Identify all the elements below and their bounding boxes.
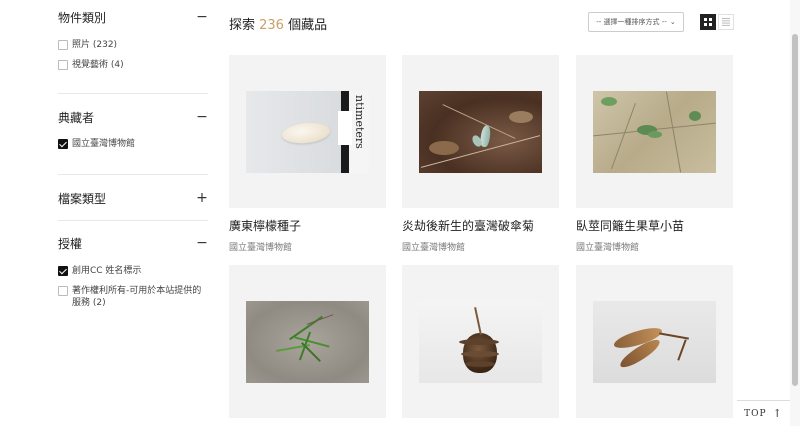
collection-card[interactable] bbox=[229, 265, 386, 418]
collapse-icon[interactable]: − bbox=[196, 235, 208, 251]
filter-section-license: 授權 − 創用CC 姓名標示 著作權利所有-可用於本站提供的服務 (2) bbox=[58, 234, 208, 309]
list-view-button[interactable] bbox=[718, 14, 734, 30]
results-title-prefix: 探索 bbox=[229, 18, 260, 33]
collapse-icon[interactable]: − bbox=[196, 9, 208, 25]
card-owner: 國立臺灣博物館 bbox=[229, 243, 293, 253]
filter-section-header[interactable]: 檔案類型 + bbox=[58, 189, 208, 207]
filter-option-all-rights[interactable]: 著作權利所有-可用於本站提供的服務 (2) bbox=[58, 285, 208, 309]
filter-option-label: 視覺藝術 (4) bbox=[72, 60, 124, 70]
card-title[interactable]: 炎劫後新生的臺灣破傘菊 bbox=[402, 217, 559, 234]
filter-option-label: 照片 (232) bbox=[72, 40, 118, 50]
winged-seed-image bbox=[593, 300, 716, 383]
checkbox[interactable] bbox=[58, 286, 68, 296]
filter-section-title: 物件類別 bbox=[58, 10, 107, 25]
filter-option-label: 著作權利所有-可用於本站提供的服務 (2) bbox=[72, 286, 202, 308]
back-to-top-label: TOP bbox=[744, 408, 767, 419]
filter-option-museum[interactable]: 國立臺灣博物館 bbox=[58, 138, 208, 150]
card-image-frame[interactable] bbox=[576, 55, 733, 208]
arrow-up-icon: ↑ bbox=[772, 407, 783, 420]
checkbox[interactable] bbox=[58, 40, 68, 50]
sort-dropdown-label: -- 選擇一種排序方式 -- bbox=[596, 18, 667, 26]
card-image-frame[interactable] bbox=[576, 265, 733, 418]
filter-option-photo[interactable]: 照片 (232) bbox=[58, 39, 208, 51]
card-image-frame[interactable] bbox=[229, 265, 386, 418]
seed-on-ruler-image: ntimeters bbox=[246, 90, 369, 173]
sort-dropdown[interactable]: -- 選擇一種排序方式 -- ⌄ bbox=[588, 12, 684, 32]
grid-view-button[interactable] bbox=[700, 14, 716, 30]
checkbox-checked[interactable] bbox=[58, 139, 68, 149]
grass-on-sand-image bbox=[246, 300, 369, 383]
results-title-suffix: 個藏品 bbox=[283, 18, 328, 33]
filter-section-header[interactable]: 物件類別 − bbox=[58, 8, 208, 26]
divider bbox=[58, 220, 208, 221]
scrollbar-thumb[interactable] bbox=[792, 34, 798, 386]
filter-section-title: 典藏者 bbox=[58, 110, 95, 125]
pine-cone-image bbox=[419, 300, 542, 383]
collection-card[interactable] bbox=[576, 265, 733, 418]
card-title[interactable]: 廣東檸檬種子 bbox=[229, 217, 386, 234]
filter-option-cc-by[interactable]: 創用CC 姓名標示 bbox=[58, 265, 208, 277]
filter-section-title: 授權 bbox=[58, 236, 83, 251]
back-to-top-button[interactable]: TOP ↑ bbox=[737, 400, 790, 426]
chevron-down-icon: ⌄ bbox=[669, 18, 676, 26]
list-icon bbox=[722, 18, 730, 26]
card-owner: 國立臺灣博物館 bbox=[402, 243, 466, 253]
filter-section-header[interactable]: 授權 − bbox=[58, 234, 208, 252]
sprout-in-soil-image bbox=[419, 90, 542, 173]
collection-card[interactable]: 炎劫後新生的臺灣破傘菊 國立臺灣博物館 bbox=[402, 55, 559, 253]
collection-card[interactable]: ntimeters 廣東檸檬種子 國立臺灣博物館 bbox=[229, 55, 386, 253]
card-title[interactable]: 臥莖同籬生果草小苗 bbox=[576, 217, 733, 234]
collection-card[interactable] bbox=[402, 265, 559, 418]
card-owner: 國立臺灣博物館 bbox=[576, 243, 640, 253]
filter-option-visual-art[interactable]: 視覺藝術 (4) bbox=[58, 59, 208, 71]
expand-icon[interactable]: + bbox=[196, 190, 208, 206]
filter-section-file-type: 檔案類型 + bbox=[58, 189, 208, 207]
results-count: 236 bbox=[259, 18, 284, 33]
grid-icon bbox=[704, 18, 712, 26]
divider bbox=[58, 174, 208, 175]
checkbox-checked[interactable] bbox=[58, 266, 68, 276]
card-image-frame[interactable]: ntimeters bbox=[229, 55, 386, 208]
scrollbar[interactable] bbox=[790, 0, 800, 426]
card-image-frame[interactable] bbox=[402, 265, 559, 418]
filter-section-title: 檔案類型 bbox=[58, 191, 107, 206]
filter-option-label: 國立臺灣博物館 bbox=[72, 139, 136, 149]
filter-section-category: 物件類別 − 照片 (232) 視覺藝術 (4) bbox=[58, 8, 208, 71]
filter-option-label: 創用CC 姓名標示 bbox=[72, 266, 142, 276]
collection-card[interactable]: 臥莖同籬生果草小苗 國立臺灣博物館 bbox=[576, 55, 733, 253]
checkbox[interactable] bbox=[58, 60, 68, 70]
divider bbox=[58, 93, 208, 94]
filter-section-holder: 典藏者 − 國立臺灣博物館 bbox=[58, 108, 208, 150]
filter-section-header[interactable]: 典藏者 − bbox=[58, 108, 208, 126]
results-title: 探索 236 個藏品 bbox=[229, 14, 327, 33]
collapse-icon[interactable]: − bbox=[196, 109, 208, 125]
seedlings-on-dry-ground-image bbox=[593, 90, 716, 173]
card-image-frame[interactable] bbox=[402, 55, 559, 208]
